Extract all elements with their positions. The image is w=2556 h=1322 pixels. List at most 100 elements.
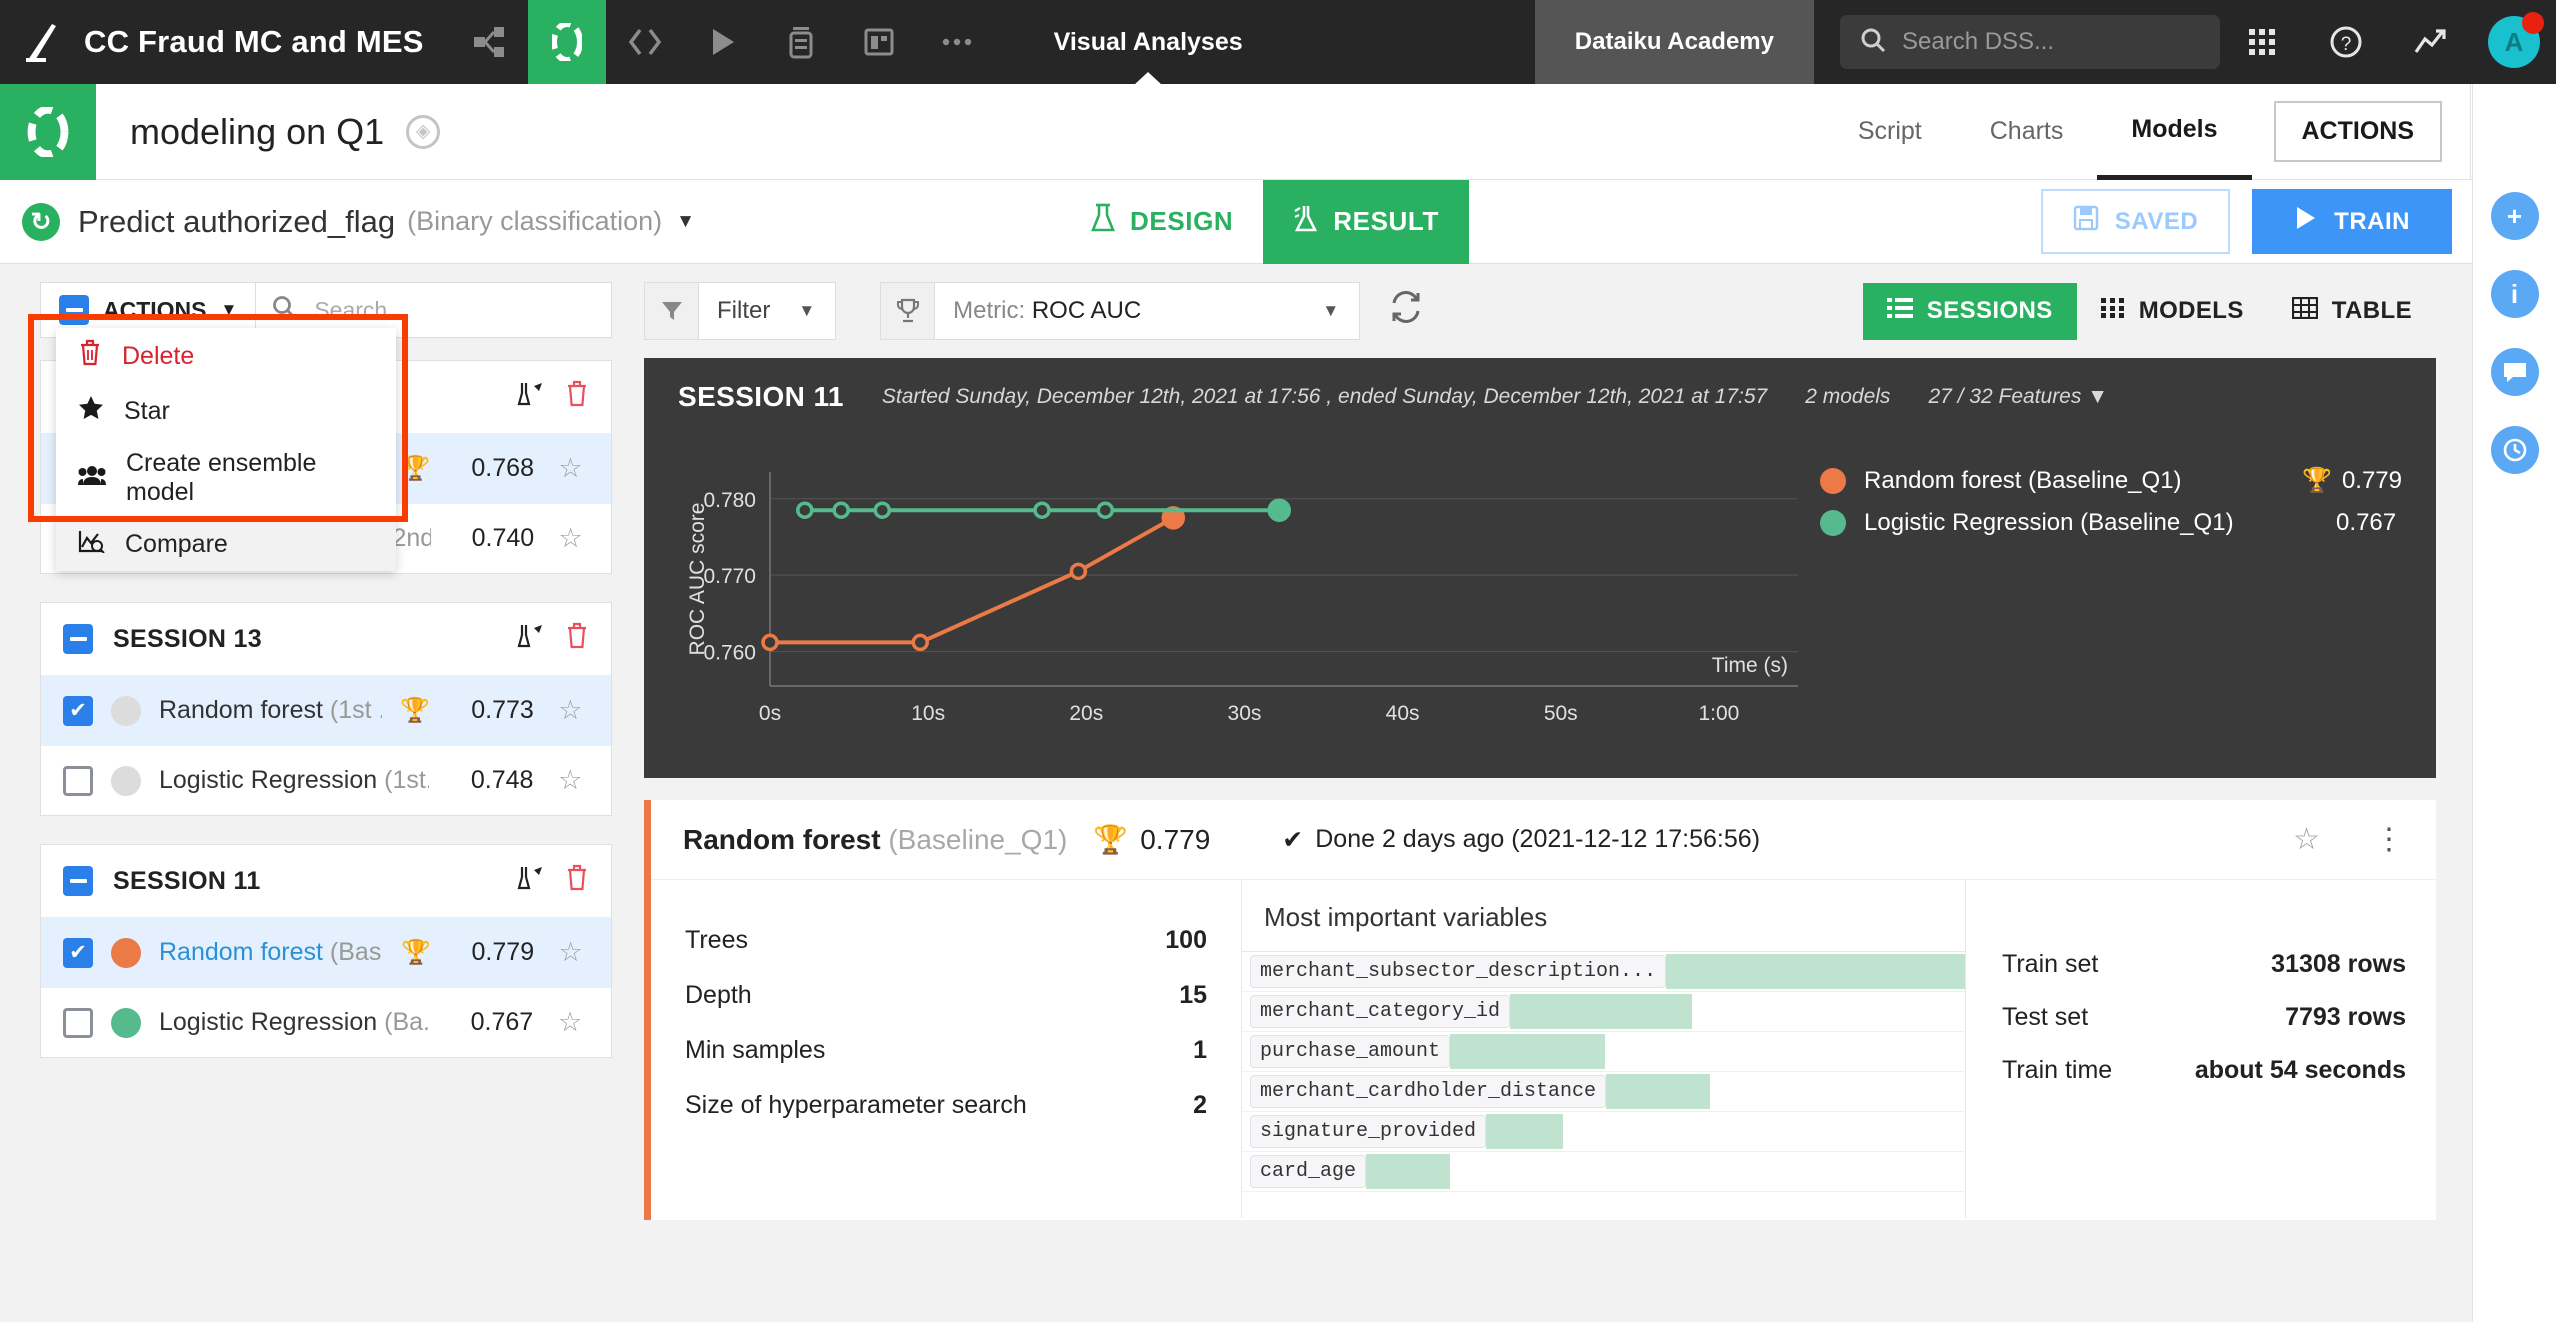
tab-models[interactable]: Models (2097, 84, 2252, 180)
star-icon[interactable]: ☆ (552, 937, 589, 968)
session-checkbox[interactable] (63, 866, 93, 896)
model-detail-header: Random forest (Baseline_Q1) 🏆 0.779 ✔ Done… (651, 800, 2436, 880)
table-row[interactable]: ✔ Random forest (1st ... 🏆 0.773 ☆ (41, 675, 611, 745)
more-vertical-icon[interactable]: ⋮ (2374, 822, 2404, 857)
discussions-icon[interactable] (2490, 348, 2539, 396)
legend-value: 🏆 0.779 (2302, 466, 2402, 495)
variable-name: card_age (1250, 1155, 1367, 1188)
star-icon[interactable]: ☆ (552, 695, 589, 726)
actions-button[interactable]: ACTIONS (2273, 101, 2442, 162)
model-checkbox[interactable] (63, 765, 93, 796)
history-icon[interactable] (2490, 426, 2539, 474)
help-icon[interactable]: ? (2304, 0, 2388, 84)
table-row[interactable]: Logistic Regression (1st... 0.748 ☆ (41, 745, 611, 815)
tab-charts[interactable]: Charts (1956, 84, 2098, 180)
menu-item-create-ensemble-model-label: Create ensemble model (126, 449, 317, 506)
menu-item-create-ensemble-model[interactable]: Create ensemble model (56, 438, 396, 518)
session-header[interactable]: SESSION 11 (41, 845, 611, 917)
model-name[interactable]: Logistic Regression (Ba... (159, 1008, 428, 1037)
search-input[interactable]: Search DSS... (1840, 15, 2220, 69)
tab-script[interactable]: Script (1824, 84, 1956, 180)
metric-dropdown[interactable]: Metric: ROC AUC ▼ (880, 282, 1361, 340)
star-icon[interactable]: ☆ (551, 765, 589, 796)
apps-grid-icon[interactable] (2220, 0, 2304, 84)
saved-button[interactable]: SAVED (2040, 189, 2231, 254)
variable-importance-bar (1450, 1034, 1605, 1069)
view-models-label: MODELS (2138, 297, 2244, 324)
add-icon[interactable]: + (2490, 192, 2539, 240)
table-row[interactable]: Logistic Regression (Ba... 0.767 ☆ (41, 987, 611, 1057)
model-color-dot (111, 765, 141, 796)
model-checkbox[interactable]: ✔ (63, 937, 93, 968)
model-score: 0.740 (471, 524, 535, 552)
info-icon[interactable]: i (2490, 270, 2539, 318)
dashboard-icon[interactable] (840, 0, 918, 84)
model-name[interactable]: Random forest (Bas... (159, 938, 383, 967)
menu-item-compare[interactable]: Compare (56, 518, 396, 571)
dataiku-logo-icon[interactable] (0, 0, 84, 84)
view-models[interactable]: MODELS (2077, 283, 2268, 340)
nav-section-visual-analyses[interactable]: Visual Analyses (1036, 0, 1261, 84)
model-checkbox[interactable]: ✔ (63, 695, 93, 726)
session-header[interactable]: SESSION 13 (41, 603, 611, 675)
top-navigation-bar: CC Fraud MC and MES Visual Analyses Data… (0, 0, 2556, 84)
model-name[interactable]: Logistic Regression (1st... (159, 766, 429, 795)
model-detail-status: ✔ Done 2 days ago (2021-12-12 17:56:56) (1282, 825, 1761, 854)
star-icon[interactable]: ☆ (552, 453, 589, 484)
trophy-icon (881, 283, 936, 339)
svg-text:Time (s): Time (s) (1712, 654, 1788, 677)
compass-icon[interactable]: ◈ (406, 114, 441, 149)
view-sessions[interactable]: SESSIONS (1862, 282, 2077, 340)
trash-icon (78, 339, 102, 373)
chevron-down-icon: ▼ (798, 301, 816, 320)
legend-item[interactable]: Random forest (Baseline_Q1) 🏆 0.779 (1820, 466, 2402, 495)
legend-item[interactable]: Logistic Regression (Baseline_Q1) 0.767 (1820, 509, 2402, 537)
results-panel: Filter ▼ Metric: ROC AUC ▼ SESSIONS MODE… (636, 264, 2472, 1322)
model-checkbox[interactable] (63, 1007, 93, 1038)
view-table[interactable]: TABLE (2268, 283, 2436, 340)
train-button[interactable]: TRAIN (2252, 189, 2452, 254)
session-features-dropdown[interactable]: 27 / 32 Features ▼ (1928, 385, 2108, 409)
task-dropdown-caret-icon[interactable]: ▼ (676, 211, 695, 233)
academy-link[interactable]: Dataiku Academy (1534, 0, 1814, 84)
table-row[interactable]: ✔ Random forest (Bas... 🏆 0.779 ☆ (41, 917, 611, 987)
chevron-down-icon: ▼ (2087, 385, 2109, 408)
tab-result[interactable]: RESULT (1263, 179, 1469, 264)
variable-row: signature_provided (1242, 1112, 1965, 1152)
more-icon[interactable] (918, 0, 996, 84)
trend-icon[interactable] (2388, 0, 2472, 84)
flow-icon[interactable] (450, 0, 528, 84)
menu-item-star[interactable]: Star (56, 384, 396, 438)
project-name[interactable]: CC Fraud MC and MES (84, 24, 450, 60)
session-checkbox[interactable] (63, 624, 93, 654)
session-delete-icon[interactable] (565, 380, 589, 414)
session-settings-icon[interactable] (517, 622, 545, 657)
session-delete-icon[interactable] (565, 622, 589, 656)
lab-icon[interactable] (527, 0, 606, 84)
star-icon[interactable]: ☆ (552, 523, 589, 554)
filter-dropdown[interactable]: Filter ▼ (644, 282, 837, 340)
model-name[interactable]: Random forest (1st ... (159, 696, 382, 725)
train-label: TRAIN (2334, 207, 2410, 235)
set-row: Train time about 54 seconds (2002, 1056, 2406, 1085)
code-icon[interactable] (606, 0, 684, 84)
jobs-icon[interactable] (762, 0, 840, 84)
session-settings-icon[interactable] (517, 864, 545, 899)
star-icon[interactable]: ☆ (2293, 822, 2320, 857)
session-settings-icon[interactable] (517, 380, 545, 415)
model-color-dot (111, 695, 141, 726)
avatar[interactable]: A (2472, 0, 2556, 84)
menu-item-delete[interactable]: Delete (56, 328, 396, 384)
param-value: 1 (1193, 1036, 1207, 1064)
task-subtitle: (Binary classification) (407, 206, 663, 236)
tab-design[interactable]: DESIGN (1060, 180, 1263, 264)
star-icon[interactable]: ☆ (551, 1007, 589, 1038)
model-color-dot (111, 937, 141, 968)
refresh-icon[interactable] (1390, 291, 1422, 331)
search-icon (272, 295, 298, 326)
select-all-checkbox[interactable] (59, 295, 89, 325)
run-icon[interactable] (684, 0, 762, 84)
sessions-sidebar: ACTIONS ▼ Search. Delete Star Create ens… (0, 264, 636, 1322)
session-delete-icon[interactable] (565, 864, 589, 898)
check-icon: ✔ (1282, 825, 1304, 854)
